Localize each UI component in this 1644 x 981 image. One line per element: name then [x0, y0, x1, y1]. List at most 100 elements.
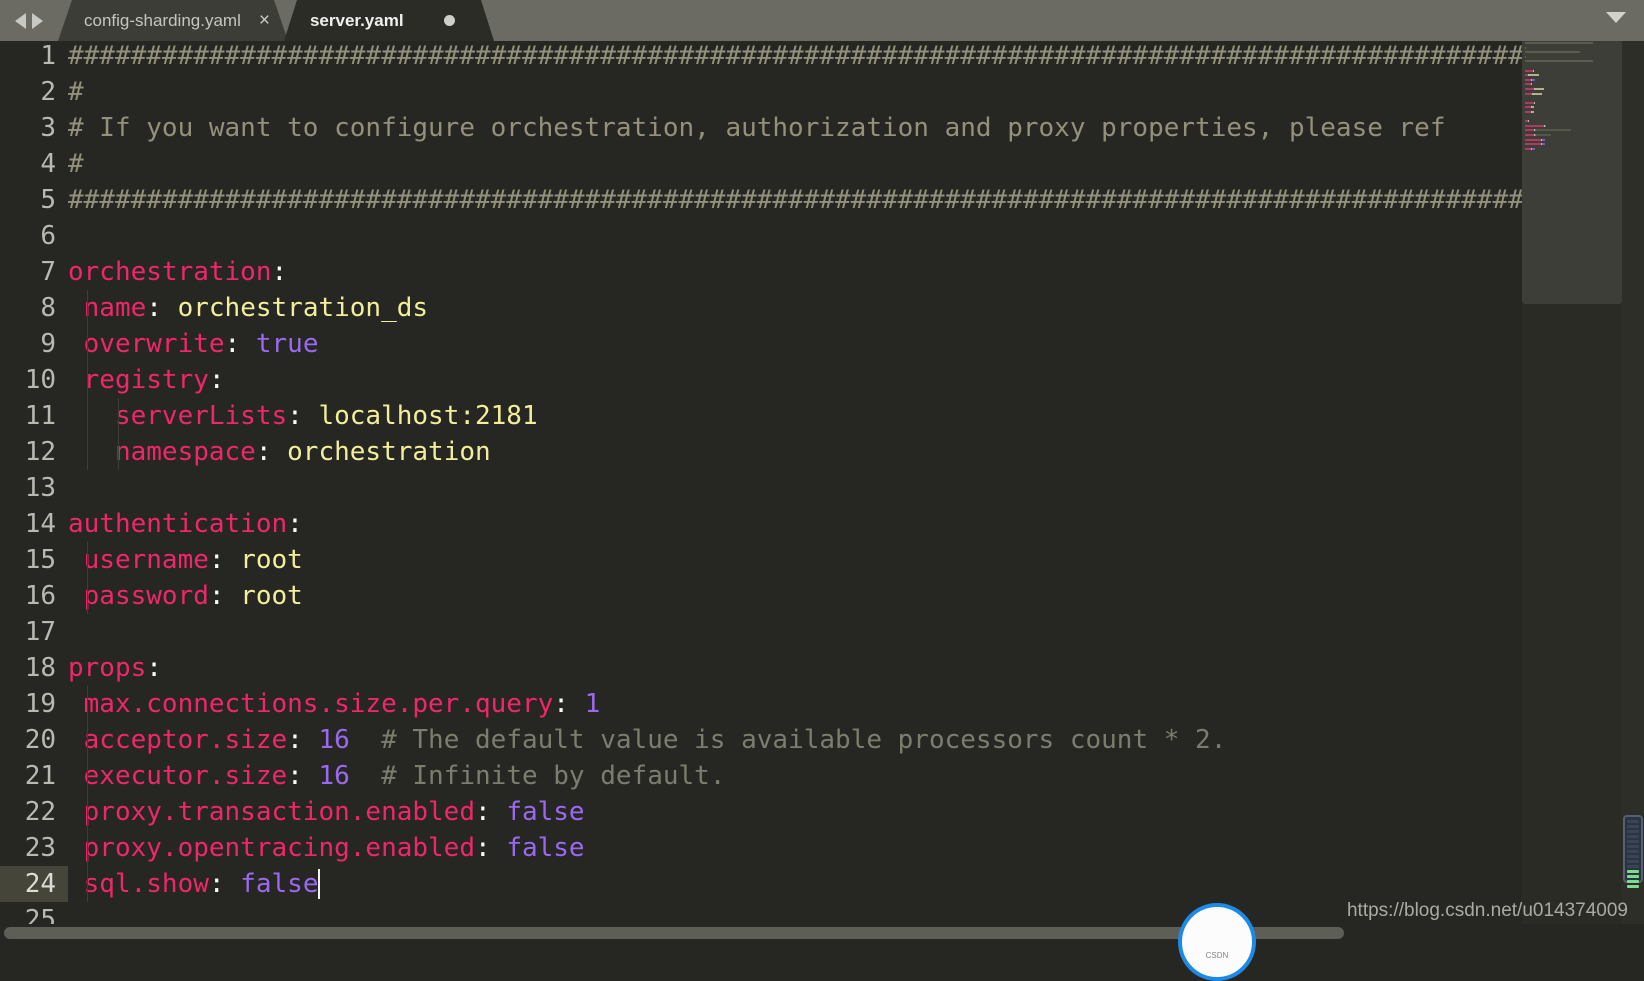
code-token-c: : — [146, 653, 162, 683]
code-token-c: : — [209, 869, 240, 899]
horizontal-scrollbar-thumb[interactable] — [4, 927, 1344, 939]
code-line[interactable]: name: orchestration_ds — [68, 290, 428, 326]
line-number: 1 — [0, 38, 56, 74]
unsaved-indicator-dot[interactable] — [444, 15, 455, 26]
chevron-down-icon[interactable] — [1606, 12, 1626, 23]
code-line[interactable]: max.connections.size.per.query: 1 — [68, 686, 600, 722]
triangle-right-icon[interactable] — [32, 13, 43, 29]
code-token-cm: # If you want to configure orchestration… — [68, 113, 1446, 143]
code-line[interactable]: username: root — [68, 542, 303, 578]
code-token-k: acceptor.size — [68, 725, 287, 755]
code-content-area[interactable]: ########################################… — [68, 34, 1644, 941]
code-line[interactable]: namespace: orchestration — [68, 434, 491, 470]
code-line[interactable]: executor.size: 16 # Infinite by default. — [68, 758, 725, 794]
code-token-c: : — [209, 581, 240, 611]
battery-segment — [1627, 870, 1639, 873]
battery-segment — [1627, 825, 1639, 828]
tab-bar: config-sharding.yaml × server.yaml| — [0, 0, 1644, 41]
line-number: 7 — [0, 254, 56, 290]
code-token-c: : — [475, 797, 506, 827]
code-token-cm: # — [68, 77, 84, 107]
code-line[interactable]: props: — [68, 650, 162, 686]
code-line[interactable]: orchestration: — [68, 254, 287, 290]
code-token-k: registry — [68, 365, 209, 395]
code-token-s: orchestration — [287, 437, 491, 467]
code-line[interactable]: sql.show: false — [68, 866, 318, 902]
code-line[interactable]: # — [68, 74, 84, 110]
code-token-k: proxy.transaction.enabled — [68, 797, 475, 827]
code-token-k: name — [68, 293, 146, 323]
line-number: 23 — [0, 830, 56, 866]
line-number: 24 — [0, 866, 68, 902]
tab-server-yaml[interactable]: server.yaml| — [284, 0, 469, 41]
battery-segment — [1627, 860, 1639, 863]
code-token-c: : — [146, 293, 177, 323]
code-token-c: : — [209, 545, 240, 575]
code-token-k: executor.size — [68, 761, 287, 791]
code-line[interactable]: password: root — [68, 578, 303, 614]
line-number: 8 — [0, 290, 56, 326]
code-token-c: : — [553, 689, 584, 719]
code-token-k: orchestration — [68, 257, 272, 287]
minimap-viewport-slider[interactable] — [1522, 34, 1622, 304]
triangle-left-icon[interactable] — [15, 13, 26, 29]
tab-label: config-sharding.yaml — [84, 11, 241, 31]
code-token-k: namespace — [68, 437, 256, 467]
line-number: 19 — [0, 686, 56, 722]
code-line[interactable]: registry: — [68, 362, 225, 398]
code-token-b: 16 — [318, 761, 349, 791]
code-line[interactable]: proxy.opentracing.enabled: false — [68, 830, 585, 866]
battery-level-icon — [1623, 815, 1643, 883]
code-token-c: : — [287, 761, 318, 791]
code-line[interactable]: serverLists: localhost:2181 — [68, 398, 538, 434]
tab-config-sharding-yaml[interactable]: config-sharding.yaml × — [58, 0, 284, 41]
vertical-scrollbar[interactable] — [1622, 34, 1644, 941]
csdn-logo-text: CSDN — [1182, 951, 1252, 960]
line-number: 22 — [0, 794, 56, 830]
tab-nav-arrows[interactable] — [0, 0, 58, 41]
line-number: 6 — [0, 218, 56, 254]
horizontal-scrollbar[interactable] — [0, 924, 1644, 941]
indent-guide — [118, 398, 119, 470]
code-token-s: root — [240, 545, 303, 575]
code-token-c: : — [272, 257, 288, 287]
code-line[interactable]: overwrite: true — [68, 326, 318, 362]
code-token-cm: ########################################… — [68, 185, 1644, 215]
code-line[interactable]: acceptor.size: 16 # The default value is… — [68, 722, 1226, 758]
code-editor[interactable]: 1234567891011121314151617181920212223242… — [0, 34, 1644, 941]
code-token-s: localhost:2181 — [318, 401, 537, 431]
code-token-c: : — [225, 329, 256, 359]
code-token-k: serverLists — [68, 401, 287, 431]
tab-label: server.yaml — [310, 11, 404, 31]
watermark-url: https://blog.csdn.net/u014374009 — [1347, 900, 1628, 922]
code-line[interactable]: ########################################… — [68, 38, 1644, 74]
close-icon[interactable]: × — [259, 11, 270, 30]
code-line[interactable]: # — [68, 146, 84, 182]
battery-segment — [1627, 830, 1639, 833]
code-line[interactable]: # If you want to configure orchestration… — [68, 110, 1446, 146]
code-token-c: : — [209, 365, 225, 395]
line-number: 11 — [0, 398, 56, 434]
line-number: 5 — [0, 182, 56, 218]
minimap[interactable] — [1522, 34, 1622, 941]
code-token-s: orchestration_ds — [178, 293, 428, 323]
line-number: 21 — [0, 758, 56, 794]
line-number: 4 — [0, 146, 56, 182]
indent-guide — [87, 686, 88, 902]
text-cursor — [318, 869, 320, 899]
line-number: 15 — [0, 542, 56, 578]
code-token-s: root — [240, 581, 303, 611]
code-token-cmg: # The default value is available process… — [350, 725, 1227, 755]
line-number-gutter: 1234567891011121314151617181920212223242… — [0, 34, 68, 941]
battery-segment — [1627, 875, 1639, 878]
code-line[interactable]: authentication: — [68, 506, 303, 542]
code-token-b: true — [256, 329, 319, 359]
code-line[interactable]: ########################################… — [68, 182, 1644, 218]
battery-segment — [1627, 880, 1639, 883]
code-token-b: false — [240, 869, 318, 899]
code-token-cmg: # Infinite by default. — [350, 761, 726, 791]
code-line[interactable]: proxy.transaction.enabled: false — [68, 794, 585, 830]
code-token-k: sql.show — [68, 869, 209, 899]
code-token-k: props — [68, 653, 146, 683]
code-token-b: 1 — [585, 689, 601, 719]
